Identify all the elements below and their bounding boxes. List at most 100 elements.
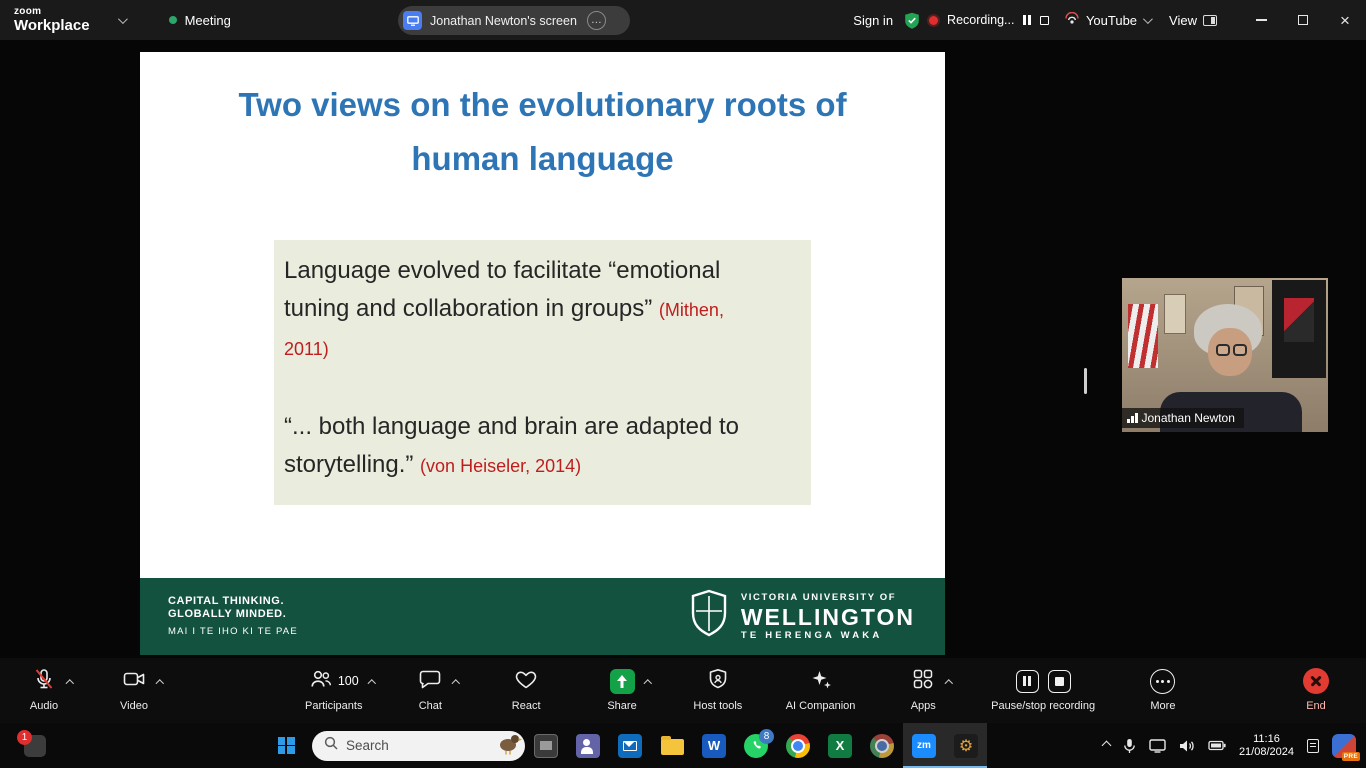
poster-decoration [1272, 280, 1326, 378]
workplace-logo-text: Workplace [14, 18, 90, 33]
video-panel-handle[interactable] [1084, 368, 1087, 394]
stop-recording-button[interactable] [1040, 16, 1049, 25]
shared-screen-stage: Two views on the evolutionary roots of h… [0, 40, 1366, 658]
video-options-chevron-icon[interactable] [157, 673, 163, 691]
university-crest-icon [690, 589, 728, 644]
apps-chevron-icon[interactable] [946, 673, 952, 691]
participant-name-tag: Jonathan Newton [1122, 408, 1244, 428]
university-wordmark: VICTORIA UNIVERSITY OF WELLINGTON TE HER… [741, 592, 915, 642]
meeting-toolbar: Audio Video 100 Participants [0, 658, 1366, 723]
audio-options-chevron-icon[interactable] [67, 673, 73, 691]
host-tools-button[interactable]: Host tools [690, 667, 746, 712]
start-button[interactable] [266, 723, 306, 768]
taskbar-app-settings-icon[interactable]: ⚙ [945, 723, 987, 768]
taskbar-app-chrome-icon[interactable] [777, 723, 819, 768]
presentation-slide: Two views on the evolutionary roots of h… [140, 52, 945, 655]
system-tray: 11:16 21/08/2024 PRE [1103, 733, 1366, 759]
end-meeting-button[interactable]: End [1288, 667, 1344, 712]
taskbar-app-chrome-alt-icon[interactable] [861, 723, 903, 768]
search-placeholder-text: Search [346, 738, 488, 753]
share-screen-icon [610, 669, 635, 694]
chat-bubble-icon [418, 667, 442, 696]
video-button[interactable]: Video [106, 667, 162, 712]
participants-button[interactable]: 100 Participants [305, 667, 362, 712]
apps-button[interactable]: Apps [895, 667, 951, 712]
university-line-3: TE HERENGA WAKA [741, 630, 915, 642]
participants-icon [309, 667, 333, 696]
share-button[interactable]: Share [594, 667, 650, 712]
end-call-icon [1303, 668, 1329, 694]
more-ellipsis-icon [1150, 669, 1175, 694]
zoom-title-bar: zoom Workplace Meeting Jonathan Newton's… [0, 0, 1366, 40]
participant-glasses [1210, 344, 1252, 356]
screen-share-pill[interactable]: Jonathan Newton's screen … [398, 6, 630, 35]
host-tools-shield-icon [706, 667, 730, 696]
tray-battery-icon[interactable] [1208, 740, 1226, 751]
quote-2: “... both language and brain are adapted… [284, 408, 754, 485]
pause-stop-recording-button[interactable]: Pause/stop recording [991, 667, 1095, 712]
share-options-button[interactable]: … [587, 11, 606, 30]
close-button[interactable]: × [1324, 0, 1366, 40]
taskbar-app-teams-icon[interactable] [567, 723, 609, 768]
youtube-stream-button[interactable]: YouTube [1064, 12, 1150, 29]
search-box[interactable]: Search [312, 731, 525, 761]
taskbar-app-excel-icon[interactable]: X [819, 723, 861, 768]
live-stream-icon [1064, 12, 1080, 29]
apps-grid-icon [911, 667, 935, 696]
zoom-logo-text: zoom [14, 7, 90, 17]
chat-button[interactable]: Chat [402, 667, 458, 712]
poster-decoration [1128, 304, 1158, 368]
minimize-button[interactable] [1240, 0, 1282, 40]
sign-in-button[interactable]: Sign in [853, 13, 893, 28]
maximize-button[interactable] [1282, 0, 1324, 40]
participants-chevron-icon[interactable] [369, 673, 375, 691]
audio-button[interactable]: Audio [16, 667, 72, 712]
tray-preview-app-icon[interactable]: PRE [1332, 734, 1356, 758]
heart-react-icon [514, 667, 538, 696]
participant-count: 100 [338, 674, 359, 688]
tagline-line-1: CAPITAL THINKING. [168, 595, 298, 609]
search-highlight-bird-icon[interactable] [496, 731, 522, 760]
more-button[interactable]: More [1135, 667, 1191, 712]
participant-name: Jonathan Newton [1142, 411, 1235, 425]
workspace-chevron-down-icon[interactable] [118, 14, 128, 24]
tray-volume-icon[interactable] [1179, 739, 1195, 753]
view-layout-icon [1203, 15, 1217, 26]
tray-microphone-icon[interactable] [1123, 738, 1136, 754]
meeting-status-dot-icon [169, 16, 177, 24]
taskbar-app-file-explorer-icon[interactable] [651, 723, 693, 768]
notifications-center-icon[interactable] [1307, 739, 1319, 753]
react-button[interactable]: React [498, 667, 554, 712]
participant-video-tile[interactable]: Jonathan Newton [1122, 278, 1328, 432]
pause-recording-toolbar-icon[interactable] [1016, 670, 1039, 693]
taskbar-app-whatsapp-icon[interactable]: 8 [735, 723, 777, 768]
pause-recording-button[interactable] [1023, 15, 1031, 25]
gear-icon: ⚙ [954, 734, 978, 758]
taskbar-notification-app-icon[interactable]: 1 [24, 735, 46, 757]
chat-chevron-icon[interactable] [453, 673, 459, 691]
camera-icon [122, 667, 146, 696]
ai-companion-button[interactable]: AI Companion [786, 667, 856, 712]
taskbar-app-word-icon[interactable]: W [693, 723, 735, 768]
view-button[interactable]: View [1169, 13, 1217, 28]
tray-expand-chevron-icon[interactable] [1101, 741, 1111, 751]
taskbar-clock[interactable]: 11:16 21/08/2024 [1239, 733, 1294, 759]
security-shield-check-icon [904, 12, 920, 29]
screen-share-label: Jonathan Newton's screen [430, 14, 577, 28]
whatsapp-unread-badge: 8 [759, 729, 774, 744]
taskbar-app-outlook-icon[interactable] [609, 723, 651, 768]
share-chevron-icon[interactable] [645, 673, 651, 691]
notification-count-badge: 1 [17, 730, 32, 745]
maximize-icon [1298, 15, 1308, 25]
tagline-line-2: GLOBALLY MINDED. [168, 608, 298, 622]
minimize-icon [1256, 19, 1267, 21]
taskbar-app-window-icon[interactable] [525, 723, 567, 768]
taskbar-app-zoom-icon[interactable]: zm [903, 723, 945, 768]
tray-display-cast-icon[interactable] [1149, 739, 1166, 753]
tray-time: 11:16 [1239, 733, 1294, 746]
shared-screen-icon [403, 11, 422, 30]
university-line-1: VICTORIA UNIVERSITY OF [741, 592, 915, 604]
recording-dot-icon [929, 16, 938, 25]
stop-recording-toolbar-icon[interactable] [1048, 670, 1071, 693]
tab-meeting[interactable]: Meeting [159, 0, 241, 40]
